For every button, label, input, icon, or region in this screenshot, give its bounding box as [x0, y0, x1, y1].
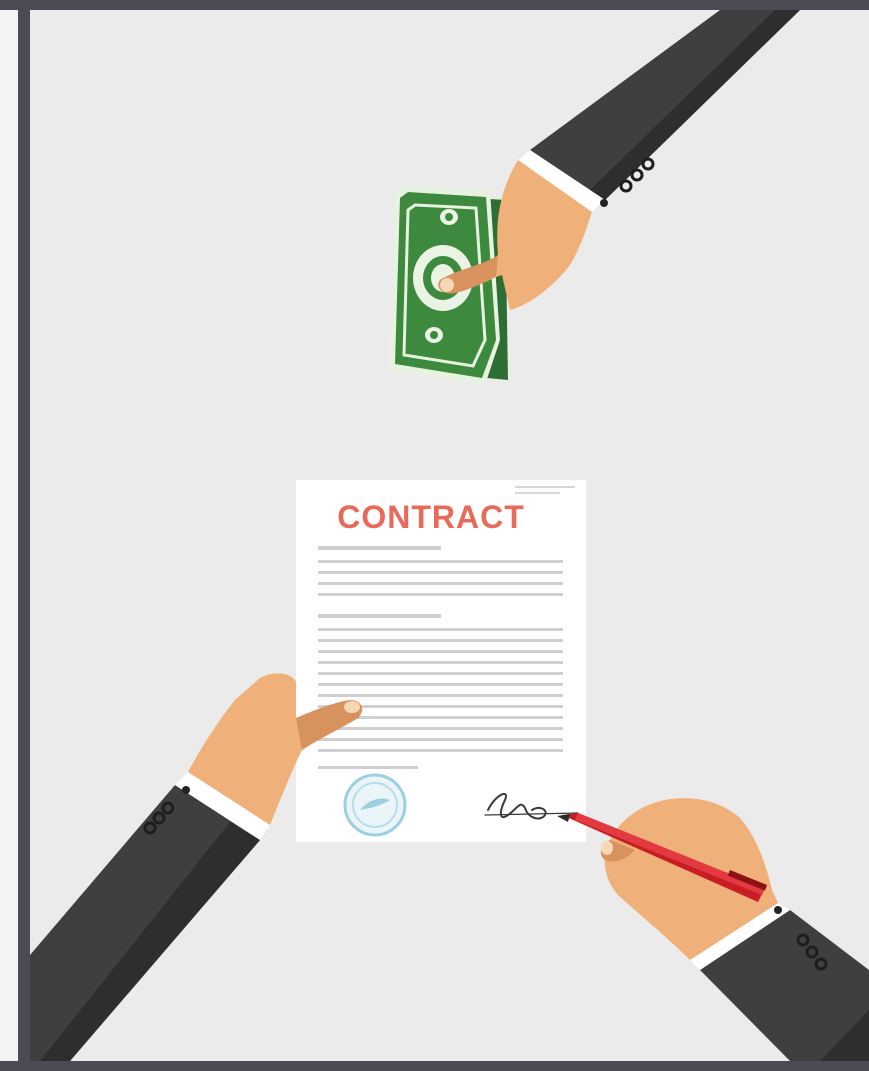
- right-hand-group: [600, 798, 869, 1061]
- top-cufflink: [600, 199, 608, 207]
- top-hand-group: [518, 10, 800, 212]
- illustration-canvas: CONTRACT: [30, 10, 869, 1061]
- frame-divider: [18, 10, 30, 1061]
- contract-illustration: CONTRACT: [30, 10, 869, 1061]
- left-hand-group: [30, 673, 363, 1061]
- contract-document: CONTRACT: [296, 480, 586, 842]
- contract-title: CONTRACT: [337, 499, 525, 535]
- left-panel-strip: [0, 10, 18, 1061]
- seal-stamp-icon: [343, 773, 407, 837]
